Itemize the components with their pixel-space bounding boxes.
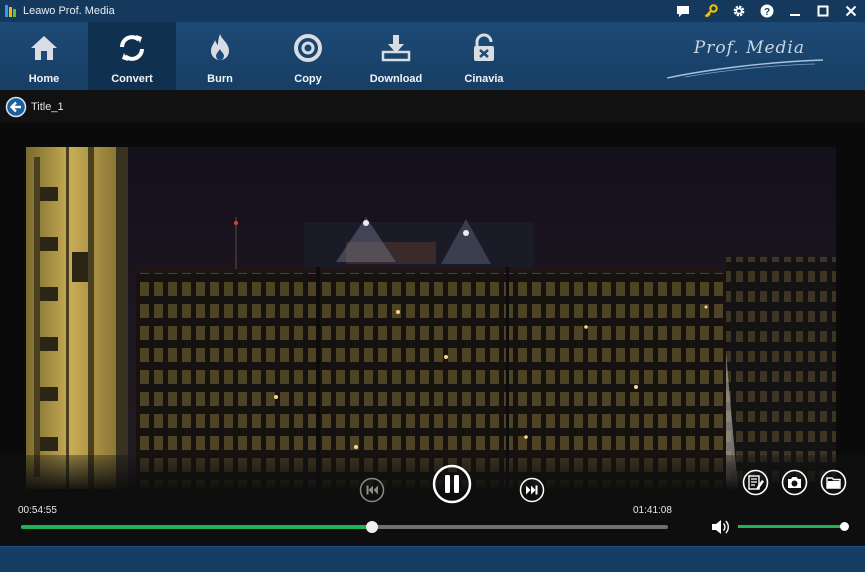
brand-swoosh-icon — [666, 59, 824, 79]
nav-convert[interactable]: Convert — [88, 22, 176, 90]
nav-burn[interactable]: Burn — [176, 22, 264, 90]
video-scene-image — [26, 147, 836, 489]
open-folder-icon[interactable] — [820, 469, 847, 496]
snapshot-camera-icon[interactable] — [781, 469, 808, 496]
title-bar: Leawo Prof. Media ? — [0, 0, 865, 22]
minimize-icon[interactable] — [781, 0, 809, 22]
volume-slider[interactable] — [738, 522, 849, 531]
app-window: Leawo Prof. Media ? Home Convert Burn Co… — [0, 0, 865, 572]
chat-icon[interactable] — [669, 0, 697, 22]
convert-icon — [120, 35, 144, 61]
volume-icon[interactable] — [710, 518, 730, 536]
nav-home[interactable]: Home — [0, 22, 88, 90]
copy-icon — [294, 34, 322, 62]
cinavia-icon — [474, 33, 494, 61]
breadcrumb: Title_1 — [0, 90, 865, 123]
nav-copy[interactable]: Copy — [264, 22, 352, 90]
main-toolbar: Home Convert Burn Copy Download Cinavia … — [0, 22, 865, 90]
progress-fill — [21, 525, 373, 529]
nav-cinavia[interactable]: Cinavia — [440, 22, 528, 90]
close-icon[interactable] — [837, 0, 865, 22]
window-title: Leawo Prof. Media — [23, 5, 115, 17]
volume-fill — [738, 525, 844, 528]
current-time: 00:54:55 — [18, 505, 57, 516]
nav-download[interactable]: Download — [352, 22, 440, 90]
gear-icon[interactable] — [725, 0, 753, 22]
volume-handle[interactable] — [840, 522, 849, 531]
next-chapter-icon[interactable] — [519, 477, 545, 503]
subtitle-edit-icon[interactable] — [742, 469, 769, 496]
pause-button[interactable] — [432, 464, 472, 504]
progress-bar[interactable] — [21, 521, 668, 533]
app-logo-icon — [5, 5, 16, 17]
key-icon[interactable] — [697, 0, 725, 22]
previous-chapter-icon[interactable] — [359, 477, 385, 503]
svg-text:?: ? — [764, 7, 770, 18]
download-icon — [381, 35, 411, 62]
home-icon — [31, 36, 57, 60]
status-bar — [0, 546, 865, 572]
back-arrow-icon[interactable] — [5, 96, 27, 118]
video-frame[interactable] — [26, 147, 836, 489]
maximize-icon[interactable] — [809, 0, 837, 22]
total-time: 01:41:08 — [633, 505, 672, 516]
help-icon[interactable]: ? — [753, 0, 781, 22]
burn-icon — [211, 34, 229, 60]
page-title: Title_1 — [31, 100, 64, 113]
brand-logo: Prof. Media — [665, 36, 825, 80]
